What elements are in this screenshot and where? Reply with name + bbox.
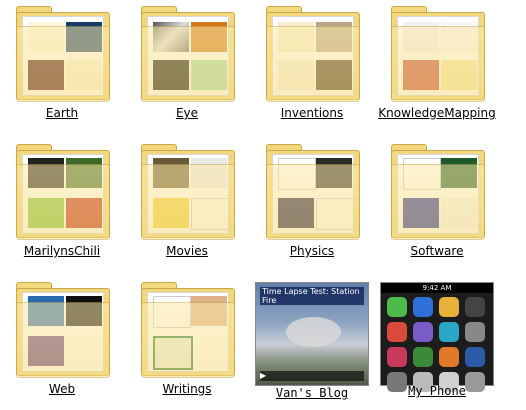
folder-movies[interactable]: Movies	[127, 144, 247, 258]
phone-app-icon	[439, 297, 459, 317]
folder-icon	[14, 282, 110, 378]
folder-label[interactable]: KnowledgeMapping	[377, 106, 497, 120]
phone-app-icon	[413, 322, 433, 342]
play-icon: ▶	[260, 371, 267, 380]
folder-icon	[14, 144, 110, 240]
folder-label[interactable]: Inventions	[252, 106, 372, 120]
phone-app-icon	[465, 347, 485, 367]
folder-earth[interactable]: Earth	[2, 6, 122, 120]
folder-icon	[139, 144, 235, 240]
phone-app-icon	[413, 347, 433, 367]
play-bar: ▶	[260, 371, 364, 381]
video-title: Time Lapse Test: Station Fire	[260, 287, 364, 305]
phone-app-icon	[387, 297, 407, 317]
phone-clock: 9:42 AM	[381, 283, 493, 293]
folder-label[interactable]: Movies	[127, 244, 247, 258]
phone-app-icon	[387, 347, 407, 367]
folder-label[interactable]: MarilynsChili	[2, 244, 122, 258]
phone-app-icon	[439, 347, 459, 367]
folder-icon	[389, 6, 485, 102]
item-label[interactable]: Van's Blog	[252, 386, 372, 400]
vans-blog-item[interactable]: Time Lapse Test: Station Fire ▶ Van's Bl…	[252, 282, 372, 400]
phone-screenshot: 9:42 AM	[380, 282, 494, 392]
folder-label[interactable]: Writings	[127, 382, 247, 396]
folder-label[interactable]: Web	[2, 382, 122, 396]
folder-physics[interactable]: Physics	[252, 144, 372, 258]
folder-icon	[264, 144, 360, 240]
phone-app-icon	[413, 297, 433, 317]
folder-icon	[389, 144, 485, 240]
phone-app-icon	[439, 322, 459, 342]
folder-icon	[139, 282, 235, 378]
folder-software[interactable]: Software	[377, 144, 497, 258]
phone-app-icon	[387, 322, 407, 342]
folder-web[interactable]: Web	[2, 282, 122, 396]
folder-icon	[14, 6, 110, 102]
folder-marilynschili[interactable]: MarilynsChili	[2, 144, 122, 258]
item-label[interactable]: My Phone	[377, 384, 497, 398]
phone-app-icon	[465, 297, 485, 317]
folder-inventions[interactable]: Inventions	[252, 6, 372, 120]
folder-label[interactable]: Software	[377, 244, 497, 258]
folder-icon	[264, 6, 360, 102]
smoke-plume-icon	[286, 317, 341, 347]
folder-knowledgemapping[interactable]: KnowledgeMapping	[377, 6, 497, 120]
folder-label[interactable]: Physics	[252, 244, 372, 258]
folder-writings[interactable]: Writings	[127, 282, 247, 396]
folder-icon	[139, 6, 235, 102]
folder-label[interactable]: Eye	[127, 106, 247, 120]
folder-label[interactable]: Earth	[2, 106, 122, 120]
app-grid	[387, 297, 487, 392]
folder-eye[interactable]: Eye	[127, 6, 247, 120]
my-phone-item[interactable]: 9:42 AM My Phone	[377, 282, 497, 398]
phone-app-icon	[465, 322, 485, 342]
video-thumbnail: Time Lapse Test: Station Fire ▶	[255, 282, 369, 386]
